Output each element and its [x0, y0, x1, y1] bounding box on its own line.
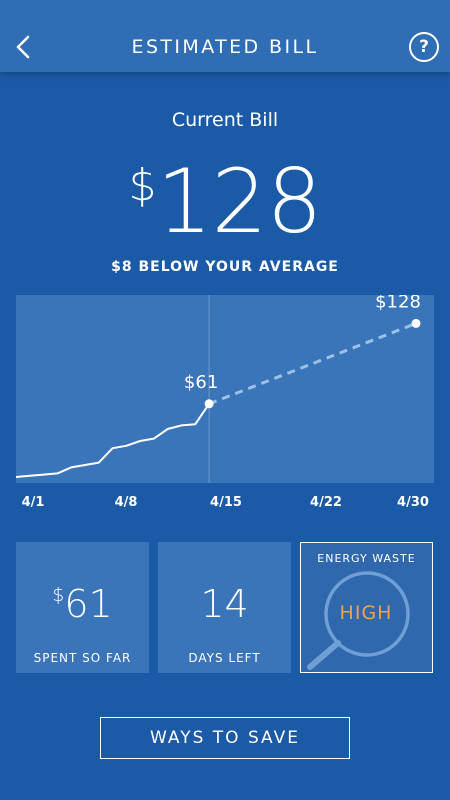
spent-value: $61	[16, 582, 149, 626]
app-header: ESTIMATED BILL ?	[0, 0, 450, 72]
bill-value: 128	[156, 150, 323, 253]
help-button[interactable]: ?	[409, 32, 439, 62]
bill-chart: $61 $128	[16, 295, 434, 483]
data-point-0	[204, 399, 214, 409]
x-tick-label: 4/8	[114, 495, 138, 510]
x-tick-label: 4/15	[210, 495, 242, 510]
currency-symbol: $	[128, 160, 157, 211]
days-left-value: 14	[200, 582, 249, 626]
current-bill-label: Current Bill	[171, 109, 279, 131]
actual-series-line	[16, 403, 210, 478]
average-comparison: $8 BELOW YOUR AVERAGE	[111, 259, 339, 275]
days-left-card[interactable]: 14 DAYS LEFT	[158, 542, 291, 673]
spent-currency: $	[52, 584, 65, 606]
spent-amount: 61	[64, 582, 113, 626]
data-label-0: $61	[184, 372, 218, 393]
spent-so-far-card[interactable]: $61 SPENT SO FAR	[16, 542, 149, 673]
energy-waste-card[interactable]: ENERGY WASTE HIGH	[300, 542, 433, 673]
energy-waste-level: HIGH	[339, 602, 393, 624]
ways-to-save-button[interactable]: WAYS TO SAVE	[100, 717, 350, 759]
x-axis-labels: 4/1 4/8 4/15 4/22 4/30	[0, 495, 450, 515]
days-left-label: DAYS LEFT	[188, 651, 261, 665]
data-label-1: $128	[375, 295, 421, 312]
x-tick-label: 4/1	[21, 495, 45, 510]
spent-label: SPENT SO FAR	[33, 651, 132, 665]
x-tick-label: 4/22	[310, 495, 342, 510]
data-point-1	[411, 318, 421, 328]
bill-chart-svg: $61 $128	[16, 295, 421, 483]
current-bill-amount: $128	[0, 150, 450, 253]
projected-series-line	[208, 322, 417, 406]
page-title: ESTIMATED BILL	[131, 36, 319, 58]
x-tick-label: 4/30	[397, 495, 429, 510]
